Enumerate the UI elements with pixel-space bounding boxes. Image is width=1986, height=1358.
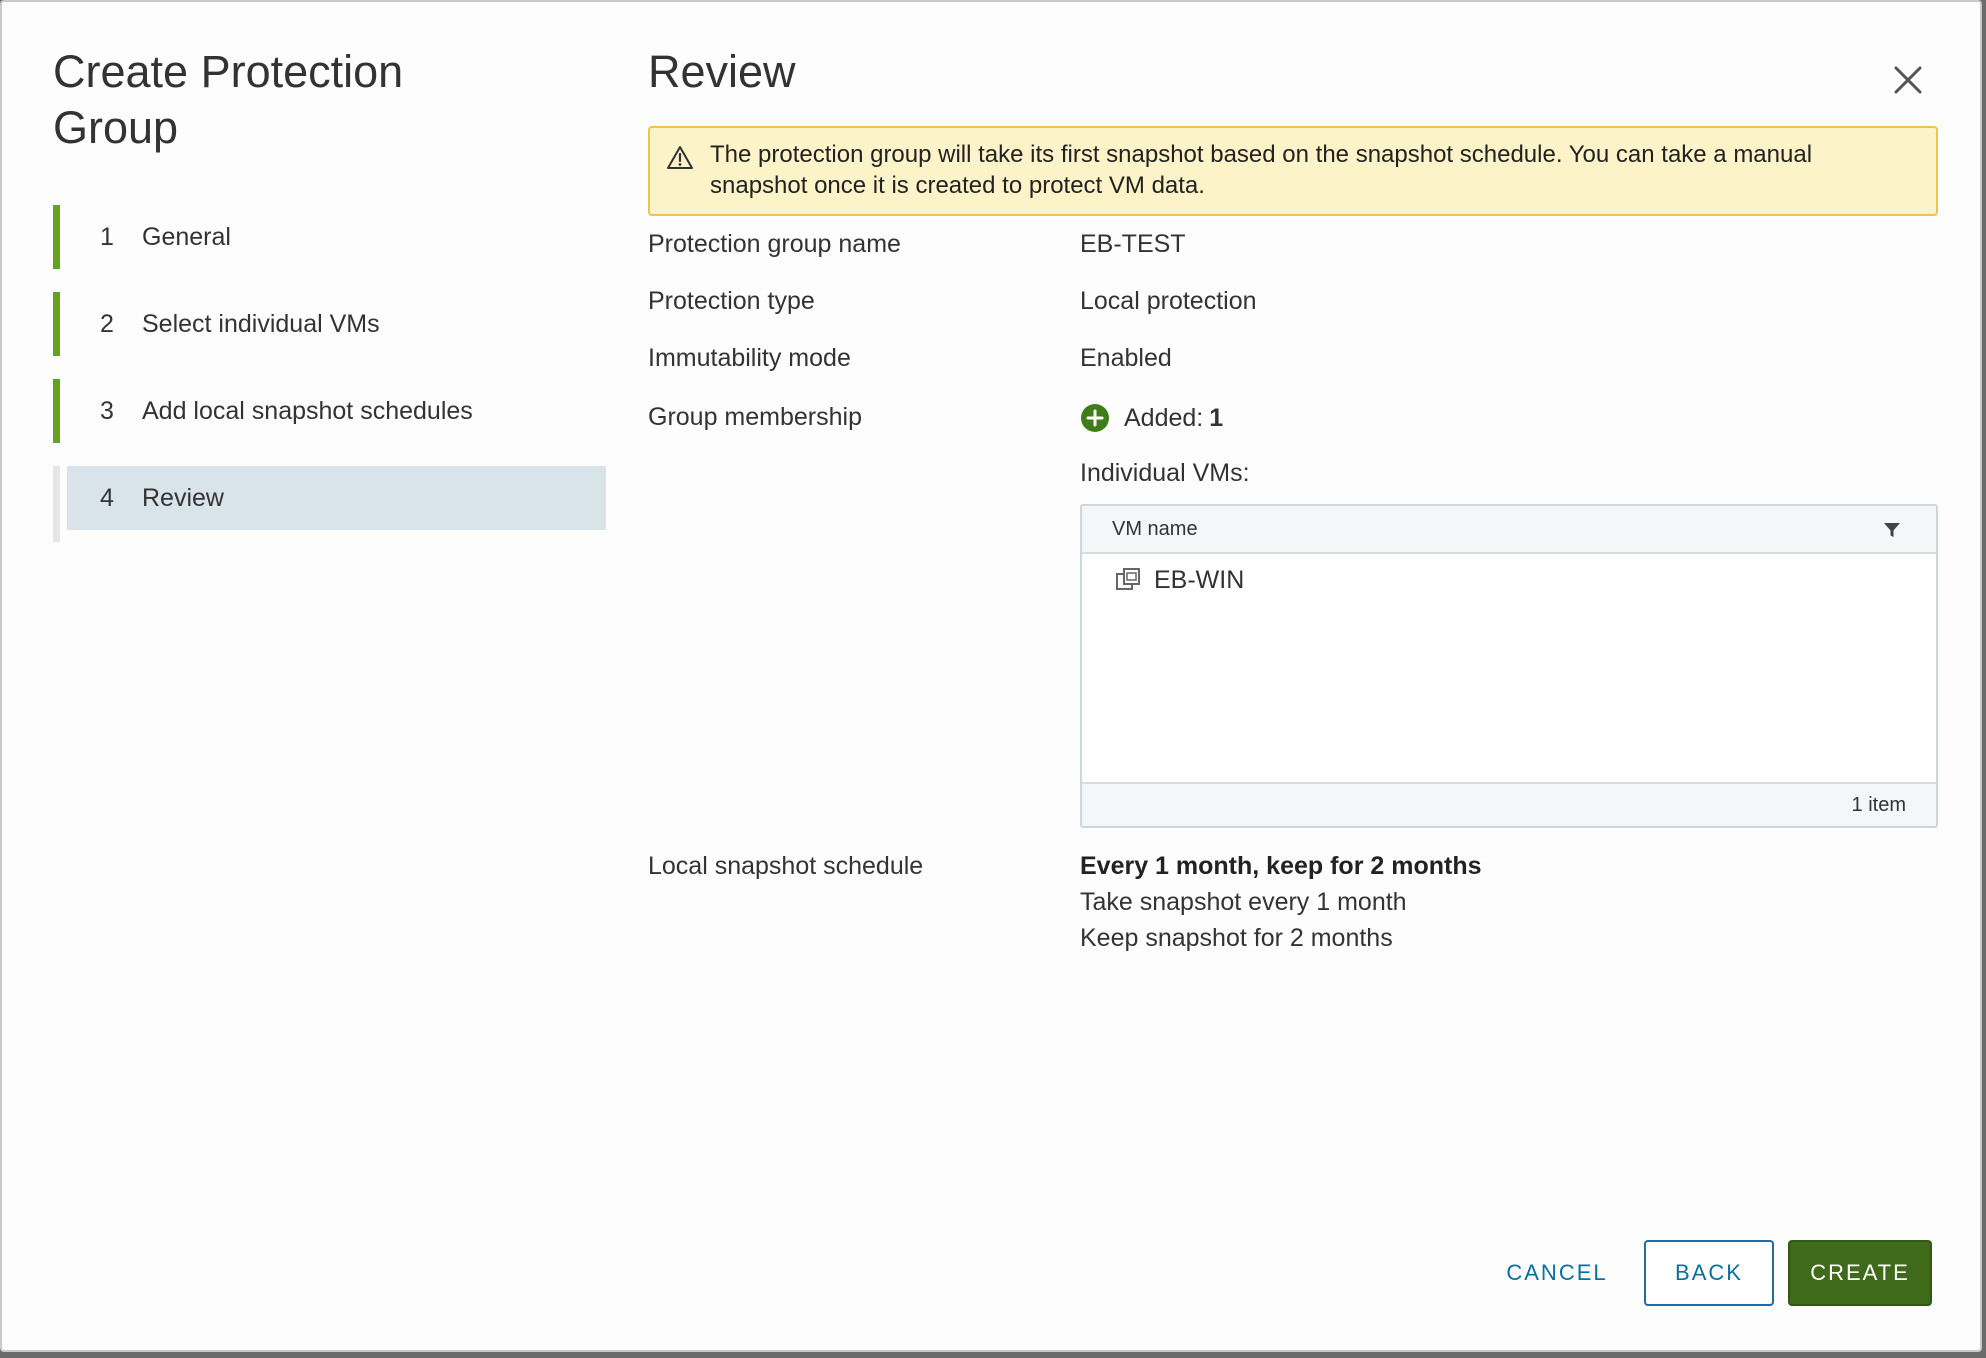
info-alert: The protection group will take its first… — [648, 126, 1938, 216]
create-button[interactable]: CREATE — [1788, 1240, 1932, 1306]
step-label: Add local snapshot schedules — [142, 396, 473, 425]
step-number: 4 — [100, 483, 114, 512]
schedule-frequency: Take snapshot every 1 month — [1080, 888, 1407, 916]
step-number: 3 — [100, 396, 114, 425]
schedule-retention: Keep snapshot for 2 months — [1080, 924, 1393, 952]
plus-circle-icon — [1081, 404, 1109, 432]
item-count: 1 item — [1851, 793, 1906, 816]
create-protection-group-dialog: Create Protection Group 1 General 2 Sele… — [0, 0, 1982, 1352]
column-header-vm-name[interactable]: VM name — [1112, 518, 1198, 541]
datagrid-header: VM name — [1082, 506, 1936, 554]
protection-type-value: Local protection — [1080, 287, 1257, 315]
table-row[interactable]: EB-WIN — [1082, 554, 1936, 606]
protection-group-name-label: Protection group name — [648, 230, 901, 258]
warning-icon — [667, 146, 693, 169]
protection-type-label: Protection type — [648, 287, 815, 315]
step-number: 2 — [100, 309, 114, 338]
step-general[interactable]: 1 General — [53, 205, 606, 269]
wizard-title: Create Protection Group — [53, 46, 404, 153]
back-button[interactable]: BACK — [1644, 1240, 1774, 1306]
local-snapshot-schedule-label: Local snapshot schedule — [648, 852, 924, 880]
individual-vms-label: Individual VMs: — [1080, 459, 1250, 487]
added-count: Added: 1 — [1124, 404, 1223, 433]
close-icon — [1894, 66, 1922, 94]
immutability-mode-value: Enabled — [1080, 344, 1172, 372]
datagrid-footer: 1 item — [1082, 782, 1936, 826]
vm-name-cell: EB-WIN — [1154, 565, 1245, 594]
protection-group-name-value: EB-TEST — [1080, 230, 1186, 258]
vm-datagrid: VM name EB-WIN 1 item — [1080, 504, 1938, 828]
group-membership-label: Group membership — [648, 403, 862, 431]
cancel-button[interactable]: CANCEL — [1482, 1240, 1632, 1306]
filter-icon[interactable] — [1882, 520, 1902, 540]
added-label: Added: — [1124, 404, 1204, 432]
wizard-steps: 1 General 2 Select individual VMs 3 Add … — [53, 205, 606, 542]
page-title: Review — [648, 46, 796, 97]
step-number: 1 — [100, 222, 114, 251]
alert-text: The protection group will take its first… — [710, 141, 1813, 199]
step-label: Review — [142, 483, 224, 512]
step-label: General — [142, 222, 231, 251]
added-count-value: 1 — [1209, 404, 1224, 432]
step-select-individual-vms[interactable]: 2 Select individual VMs — [53, 292, 606, 356]
vm-icon — [1116, 568, 1140, 590]
step-rail-tail — [53, 530, 606, 542]
step-review[interactable]: 4 Review — [53, 466, 606, 530]
close-button[interactable] — [1888, 60, 1928, 100]
step-label: Select individual VMs — [142, 309, 380, 338]
immutability-mode-label: Immutability mode — [648, 344, 851, 372]
step-add-local-snapshot-schedules[interactable]: 3 Add local snapshot schedules — [53, 379, 606, 443]
schedule-title: Every 1 month, keep for 2 months — [1080, 852, 1482, 880]
